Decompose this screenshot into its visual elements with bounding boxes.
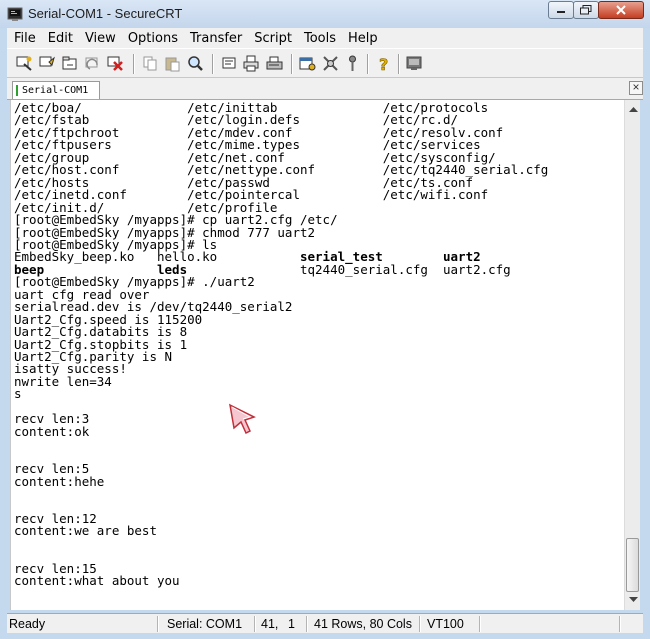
paste-icon	[165, 57, 179, 71]
terminal-line: nwrite len=34	[14, 373, 112, 389]
find-button[interactable]	[186, 54, 204, 72]
toolbar-separator	[367, 54, 369, 74]
keymap-icon	[322, 55, 338, 71]
options-icon	[299, 57, 315, 70]
tab-status-indicator	[16, 85, 18, 96]
terminal-text: content:what about you	[14, 573, 180, 589]
menu-options[interactable]: Options	[122, 31, 184, 46]
menu-bar: File Edit View Options Transfer Script T…	[7, 28, 643, 48]
minimize-button[interactable]	[548, 1, 574, 19]
terminal-line: content:we are best	[14, 523, 157, 539]
close-tab-icon: ×	[632, 80, 640, 94]
reconnect-icon	[85, 57, 98, 70]
help-icon: ?	[378, 55, 388, 72]
copy-icon	[143, 56, 156, 70]
mouse-cursor-icon	[229, 403, 256, 435]
connect-tab-button[interactable]	[61, 54, 79, 72]
terminal-line: content:what about you	[14, 573, 180, 589]
session-properties-button[interactable]	[220, 54, 238, 72]
maximize-button[interactable]	[573, 1, 599, 19]
session-properties-icon	[222, 57, 235, 68]
minimize-icon	[557, 11, 565, 13]
scrollbar-thumb[interactable]	[626, 538, 639, 592]
status-connection: Serial: COM1	[167, 617, 243, 631]
arrow-up-icon	[628, 107, 638, 112]
menu-view[interactable]: View	[79, 31, 122, 46]
quick-connect-icon	[39, 56, 55, 66]
about-icon	[406, 56, 421, 70]
tab-serial-com1[interactable]: Serial-COM1	[12, 81, 100, 99]
terminal-output[interactable]: /etc/boa/ /etc/inittab /etc/protocols/et…	[10, 100, 625, 610]
window-title: Serial-COM1 - SecureCRT	[28, 6, 183, 21]
sftp-button[interactable]	[343, 54, 361, 72]
menu-file[interactable]: File	[7, 31, 42, 46]
disconnect-button[interactable]	[106, 54, 124, 72]
status-divider	[619, 616, 621, 632]
toolbar-separator	[212, 54, 214, 74]
arrow-down-icon	[628, 597, 638, 602]
scroll-down-button[interactable]	[626, 592, 640, 608]
status-divider	[419, 616, 421, 632]
status-col: 1	[288, 617, 295, 631]
terminal-line: content:hehe	[14, 473, 105, 489]
tab-close-button[interactable]: ×	[629, 81, 643, 95]
print-icon	[266, 56, 282, 69]
terminal-line: s	[14, 386, 22, 402]
terminal-text: nwrite len=34	[14, 373, 112, 389]
toolbar-separator	[133, 54, 135, 74]
terminal-text: content:ok	[14, 423, 90, 439]
terminal-text: content:hehe	[14, 473, 105, 489]
tab-label: Serial-COM1	[22, 85, 89, 96]
svg-text:?: ?	[379, 55, 388, 72]
reconnect-button[interactable]	[83, 54, 101, 72]
terminal-text: content:we are best	[14, 523, 157, 539]
toolbar: ?	[7, 48, 643, 78]
status-divider	[479, 616, 481, 632]
securecrt-window: Serial-COM1 - SecureCRT File Edit View O…	[0, 0, 650, 639]
about-button[interactable]	[405, 54, 423, 72]
status-bar: Ready Serial: COM1 41, 1 41 Rows, 80 Col…	[7, 613, 643, 633]
app-icon	[7, 7, 23, 21]
status-size: 41 Rows, 80 Cols	[314, 617, 412, 631]
toolbar-separator	[398, 54, 400, 74]
vertical-scrollbar[interactable]	[624, 100, 640, 610]
title-bar[interactable]: Serial-COM1 - SecureCRT	[0, 0, 650, 28]
quick-connect-button[interactable]	[38, 54, 56, 72]
terminal-text: s	[14, 386, 22, 402]
connect-tab-icon	[62, 56, 76, 69]
status-emulation: VT100	[427, 617, 464, 631]
close-button[interactable]	[598, 1, 644, 19]
menu-tools[interactable]: Tools	[298, 31, 342, 46]
connect-button[interactable]	[15, 54, 33, 72]
status-ready: Ready	[9, 617, 46, 631]
print-button[interactable]	[265, 54, 283, 72]
sftp-icon	[348, 55, 356, 71]
print-setup-icon	[243, 55, 258, 71]
toolbar-separator	[291, 54, 293, 74]
close-icon	[616, 5, 626, 15]
help-button[interactable]: ?	[374, 54, 392, 72]
print-setup-button[interactable]	[242, 54, 260, 72]
menu-transfer[interactable]: Transfer	[184, 31, 248, 46]
terminal-line: content:ok	[14, 423, 90, 439]
restore-icon	[580, 5, 592, 15]
status-row: 41,	[261, 617, 279, 631]
copy-button[interactable]	[141, 54, 159, 72]
connect-icon	[16, 56, 32, 71]
status-divider	[254, 616, 256, 632]
status-divider	[157, 616, 159, 632]
menu-edit[interactable]: Edit	[42, 31, 79, 46]
menu-help[interactable]: Help	[342, 31, 384, 46]
status-divider	[306, 616, 308, 632]
session-tab-strip: Serial-COM1 ×	[7, 78, 643, 100]
disconnect-icon	[107, 56, 123, 71]
scroll-up-button[interactable]	[626, 102, 640, 118]
find-icon	[187, 55, 203, 71]
menu-script[interactable]: Script	[248, 31, 298, 46]
paste-button[interactable]	[163, 54, 181, 72]
keymap-button[interactable]	[321, 54, 339, 72]
options-button[interactable]	[298, 54, 316, 72]
